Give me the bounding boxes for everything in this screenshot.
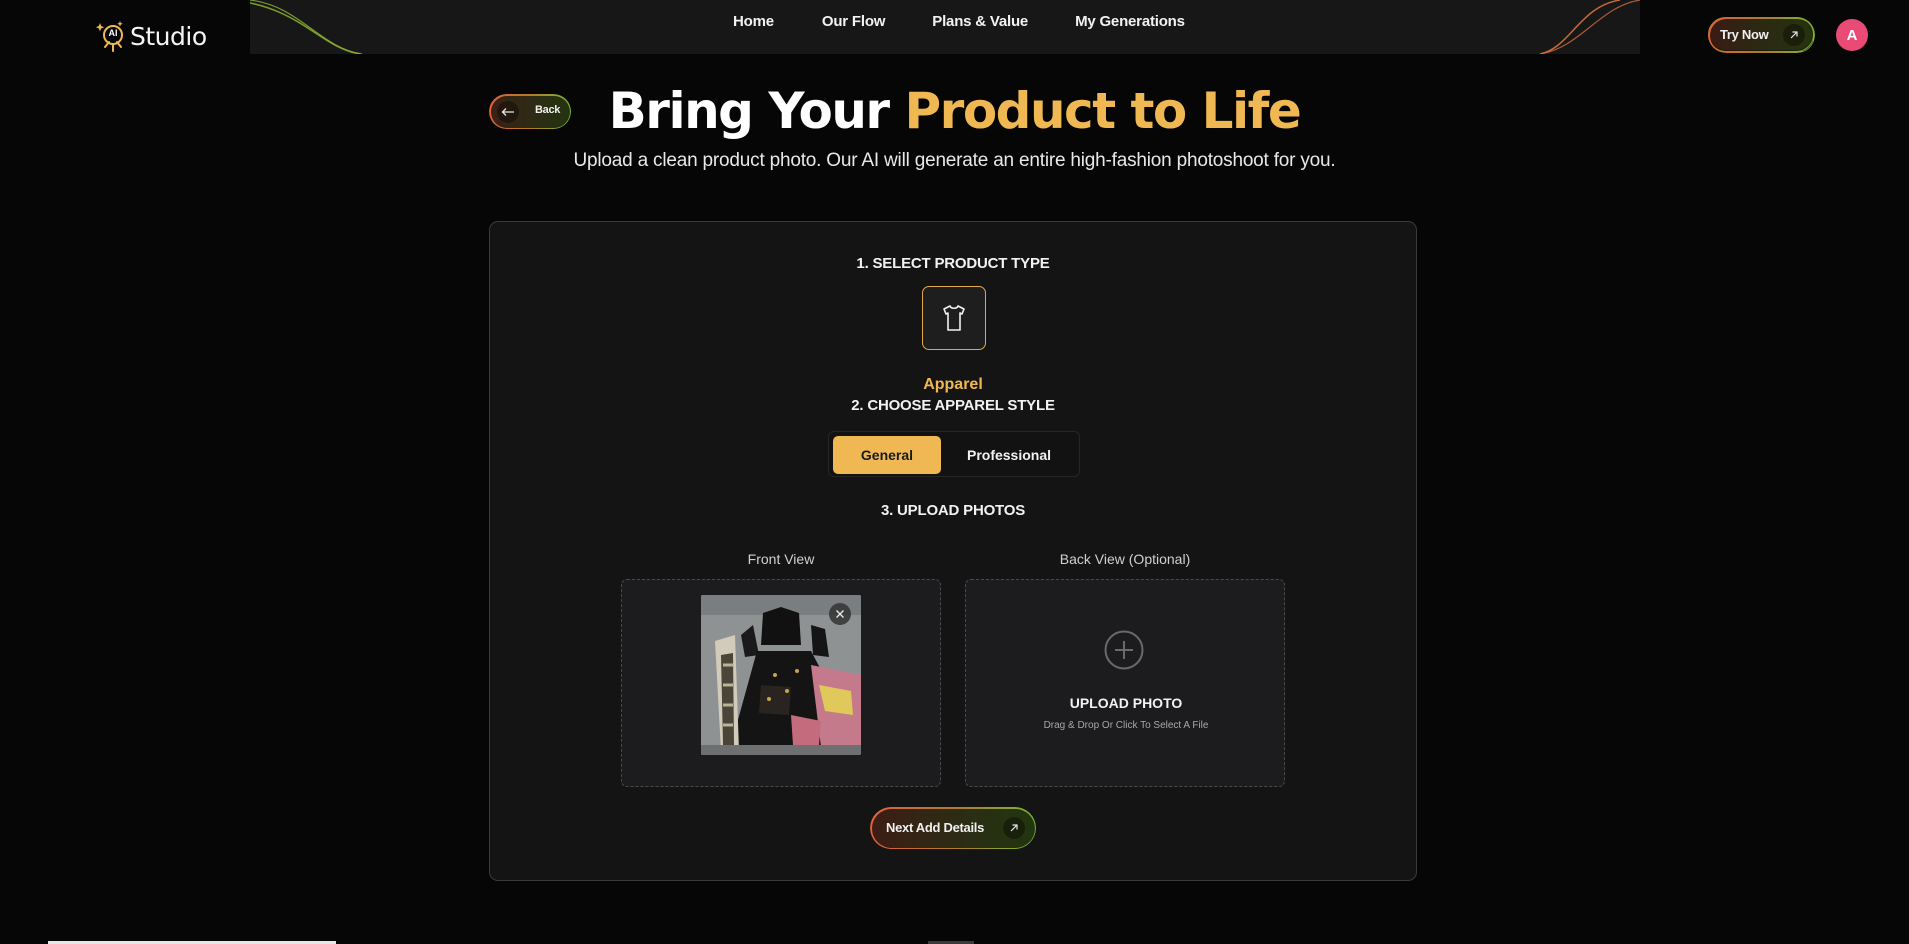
user-avatar[interactable]: A	[1836, 19, 1868, 51]
product-type-apparel[interactable]	[922, 286, 986, 350]
apparel-style-toggle: General Professional	[828, 431, 1080, 477]
page-title-white: Bring Your	[608, 82, 905, 140]
nav-our-flow[interactable]: Our Flow	[822, 12, 886, 32]
camera-sparkle-icon: AI	[95, 19, 130, 53]
nav-plans-value[interactable]: Plans & Value	[932, 12, 1028, 32]
page-title-gold: Product to Life	[904, 82, 1302, 140]
tshirt-icon	[943, 305, 965, 331]
page-subtitle: Upload a clean product photo. Our AI wil…	[573, 150, 1336, 171]
main-nav: Home Our Flow Plans & Value My Generatio…	[733, 12, 1185, 32]
front-view-label: Front View	[747, 551, 815, 567]
back-view-label: Back View (Optional)	[1059, 551, 1191, 567]
brand-badge: AI	[108, 28, 118, 38]
try-now-button[interactable]: Try Now	[1708, 17, 1814, 52]
step2-title: 2. CHOOSE APPAREL STYLE	[851, 397, 1055, 414]
step3-title: 3. UPLOAD PHOTOS	[880, 502, 1026, 519]
upload-form-card: 1. SELECT PRODUCT TYPE Apparel 2. CHOOSE…	[489, 221, 1417, 881]
nav-home[interactable]: Home	[733, 12, 774, 32]
nav-my-generations[interactable]: My Generations	[1075, 12, 1185, 32]
next-add-details-button[interactable]: Next Add Details	[870, 807, 1036, 849]
try-now-label: Try Now	[1720, 27, 1769, 42]
arrow-up-right-icon	[1003, 817, 1025, 839]
next-button-label: Next Add Details	[886, 820, 985, 835]
product-type-label: Apparel	[923, 376, 983, 393]
remove-photo-button[interactable]	[829, 603, 851, 625]
upload-photo-hint: Drag & Drop Or Click To Select A File	[1043, 720, 1209, 731]
style-professional-option[interactable]: Professional	[941, 436, 1077, 474]
brand-name: Studio	[130, 21, 207, 51]
upload-photo-title: UPLOAD PHOTO	[1069, 695, 1183, 711]
close-icon	[836, 610, 844, 618]
step1-title: 1. SELECT PRODUCT TYPE	[856, 255, 1050, 272]
front-view-dropzone[interactable]	[621, 579, 941, 787]
style-general-option[interactable]: General	[833, 436, 941, 474]
page-title: Bring Your Product to Life	[0, 78, 1909, 144]
arrow-up-right-icon	[1783, 23, 1805, 46]
brand-logo[interactable]: AI Studio	[95, 18, 207, 54]
plus-circle-icon	[1104, 630, 1144, 670]
back-view-dropzone[interactable]: UPLOAD PHOTO Drag & Drop Or Click To Sel…	[965, 579, 1285, 787]
